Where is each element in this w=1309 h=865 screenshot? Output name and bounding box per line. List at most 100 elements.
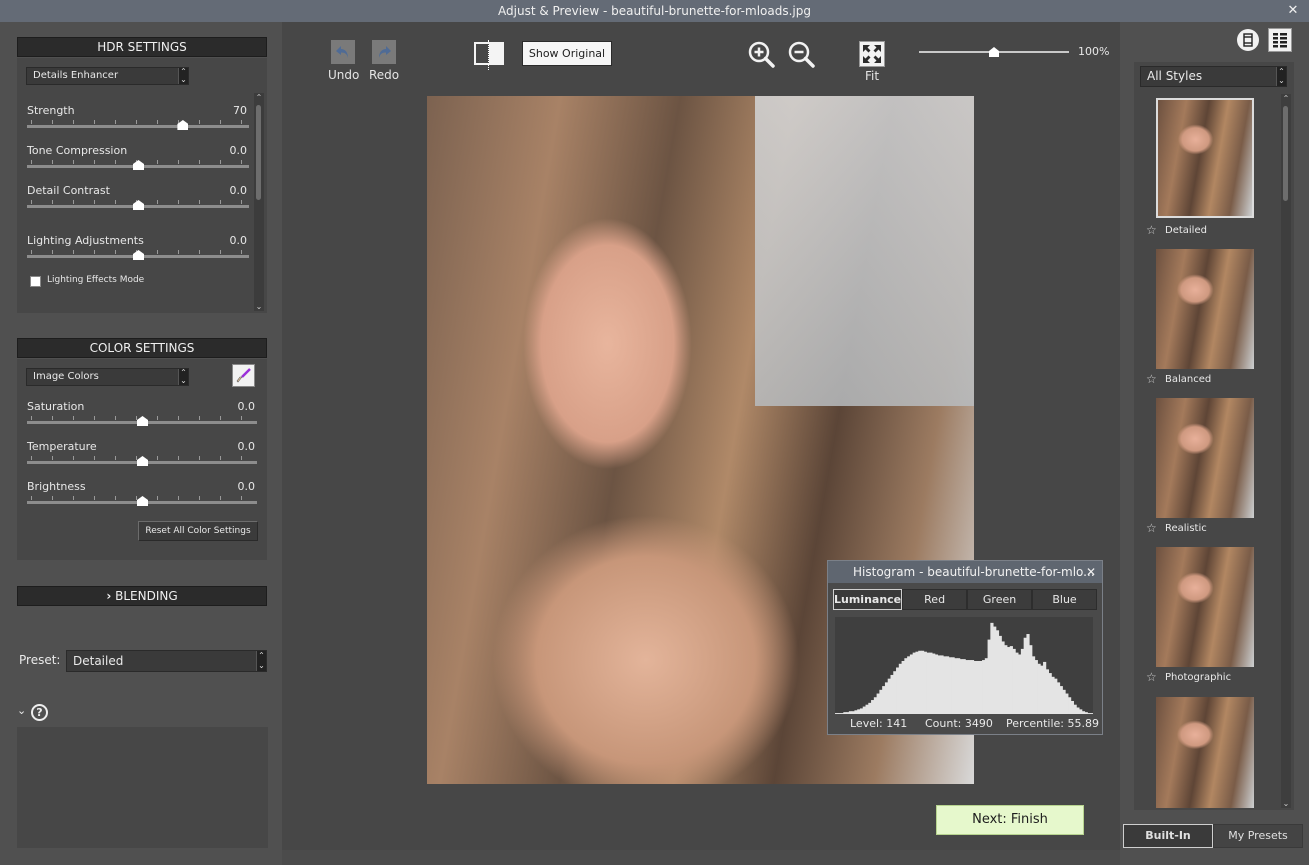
histogram-bin (1054, 678, 1058, 714)
star-icon[interactable]: ☆ (1146, 372, 1157, 386)
close-icon[interactable]: ✕ (1285, 0, 1301, 22)
histogram-bin (846, 712, 850, 714)
brightness-slider[interactable]: Brightness 0.0 (27, 480, 257, 518)
histogram-bin (1040, 665, 1044, 714)
hdr-mode-value: Details Enhancer (33, 70, 119, 81)
histogram-bin (1034, 660, 1038, 714)
preset-value: Detailed (73, 654, 124, 668)
histogram-bin (1007, 647, 1011, 714)
slider-label: Strength (27, 104, 75, 117)
histogram-bin (912, 652, 916, 714)
histogram-channel-tabs: Luminance Red Green Blue (833, 589, 1097, 610)
histogram-bin (1045, 669, 1050, 714)
help-icon[interactable]: ? (31, 704, 48, 721)
tab-green[interactable]: Green (967, 589, 1033, 610)
temperature-slider[interactable]: Temperature 0.0 (27, 440, 257, 478)
lighting-adjustments-slider[interactable]: Lighting Adjustments 0.0 (27, 234, 249, 272)
histogram-bin (926, 652, 930, 714)
show-original-button[interactable]: Show Original (522, 41, 612, 66)
histogram-bin (907, 656, 911, 714)
hdr-scrollbar[interactable]: ⌃ ⌄ (254, 93, 264, 311)
eyedropper-brush-icon[interactable] (232, 364, 255, 387)
scroll-up-icon[interactable]: ⌃ (1281, 94, 1291, 103)
styles-scrollbar[interactable]: ⌃ ⌄ (1281, 94, 1291, 808)
zoom-in-icon[interactable] (747, 40, 777, 70)
spinner-arrows-icon: ⌃ ⌄ (256, 651, 266, 671)
tab-built-in[interactable]: Built-In (1123, 824, 1213, 848)
detail-contrast-slider[interactable]: Detail Contrast 0.0 (27, 184, 249, 222)
fit-button[interactable]: Fit (857, 41, 887, 83)
style-thumbnail[interactable] (1156, 398, 1254, 518)
slider-track[interactable] (27, 125, 249, 128)
zoom-out-icon[interactable] (787, 40, 817, 70)
histogram-window: Histogram - beautiful-brunette-for-mlo..… (827, 560, 1103, 735)
slider-value: 0.0 (229, 144, 248, 157)
window-title-bar: Adjust & Preview - beautiful-brunette-fo… (0, 0, 1309, 22)
histogram-bin (1037, 663, 1041, 714)
scroll-up-icon[interactable]: ⌃ (254, 93, 264, 102)
lighting-effects-checkbox[interactable] (30, 276, 41, 287)
color-mode-dropdown[interactable]: Image Colors ⌃ ⌄ (26, 368, 189, 386)
preset-dropdown[interactable]: Detailed ⌃ ⌄ (66, 650, 267, 672)
style-thumbnail[interactable] (1156, 547, 1254, 667)
spinner-arrows-icon: ⌃ ⌄ (178, 68, 188, 84)
histogram-bin (998, 635, 1002, 714)
slider-value: 0.0 (237, 400, 256, 413)
tab-my-presets[interactable]: My Presets (1213, 824, 1303, 848)
styles-filter-dropdown[interactable]: All Styles ⌃ ⌄ (1140, 66, 1287, 87)
chevron-down-icon[interactable]: ⌄ (17, 704, 26, 717)
styles-filter-value: All Styles (1147, 69, 1203, 83)
next-finish-button[interactable]: Next: Finish (936, 805, 1084, 835)
close-icon[interactable]: ✕ (1086, 561, 1096, 583)
tab-luminance[interactable]: Luminance (833, 589, 903, 610)
scroll-down-icon[interactable]: ⌄ (254, 302, 264, 311)
scroll-thumb[interactable] (256, 105, 261, 200)
list-view-icon[interactable] (1268, 28, 1292, 52)
hdr-mode-dropdown[interactable]: Details Enhancer ⌃ ⌄ (26, 67, 189, 85)
slider-label: Tone Compression (27, 144, 128, 157)
preset-source-tabs: Built-In My Presets (1123, 824, 1303, 848)
histogram-bin (865, 704, 869, 714)
tab-blue[interactable]: Blue (1032, 589, 1097, 610)
filmstrip-view-icon[interactable] (1237, 29, 1259, 51)
histogram-bin (1062, 689, 1066, 714)
histogram-bin (982, 660, 986, 714)
star-icon[interactable]: ☆ (1146, 223, 1157, 237)
histogram-bin (976, 660, 980, 714)
histogram-bin (1009, 646, 1013, 714)
star-icon[interactable]: ☆ (1146, 521, 1157, 535)
blending-label: BLENDING (115, 589, 178, 603)
histogram-bin (882, 686, 886, 714)
blending-header[interactable]: › BLENDING (17, 586, 267, 606)
style-thumbnail[interactable] (1156, 249, 1254, 369)
histogram-bin (857, 709, 861, 714)
fit-label: Fit (864, 69, 880, 83)
star-icon[interactable]: ☆ (1146, 670, 1157, 684)
redo-button[interactable]: Redo (369, 40, 399, 82)
chevron-right-icon: › (106, 589, 112, 603)
histogram-title-bar[interactable]: Histogram - beautiful-brunette-for-mlo..… (828, 561, 1102, 583)
tone-compression-slider[interactable]: Tone Compression 0.0 (27, 144, 249, 182)
saturation-slider[interactable]: Saturation 0.0 (27, 400, 257, 438)
style-thumbnail[interactable] (1156, 697, 1254, 808)
histogram-bin (929, 652, 933, 714)
histogram-bin (948, 657, 952, 714)
histogram-bin (890, 674, 894, 714)
fit-to-screen-icon (859, 41, 885, 67)
style-thumbnail[interactable] (1156, 98, 1254, 218)
reset-color-settings-button[interactable]: Reset All Color Settings (138, 521, 258, 541)
histogram-bin (954, 658, 958, 714)
tab-red[interactable]: Red (902, 589, 968, 610)
histogram-bin (957, 658, 961, 714)
scroll-thumb[interactable] (1283, 106, 1288, 201)
histogram-bin (1048, 673, 1052, 714)
redo-icon (372, 40, 396, 64)
lighting-effects-label: Lighting Effects Mode (47, 275, 145, 285)
strength-slider[interactable]: Strength 70 (27, 104, 249, 142)
split-view-toggle-icon[interactable] (474, 40, 504, 70)
histogram-plot[interactable] (835, 617, 1094, 714)
histogram-bin (854, 710, 858, 714)
histogram-count: Count: 3490 (925, 717, 993, 730)
scroll-down-icon[interactable]: ⌄ (1281, 799, 1291, 808)
undo-button[interactable]: Undo (328, 40, 359, 82)
